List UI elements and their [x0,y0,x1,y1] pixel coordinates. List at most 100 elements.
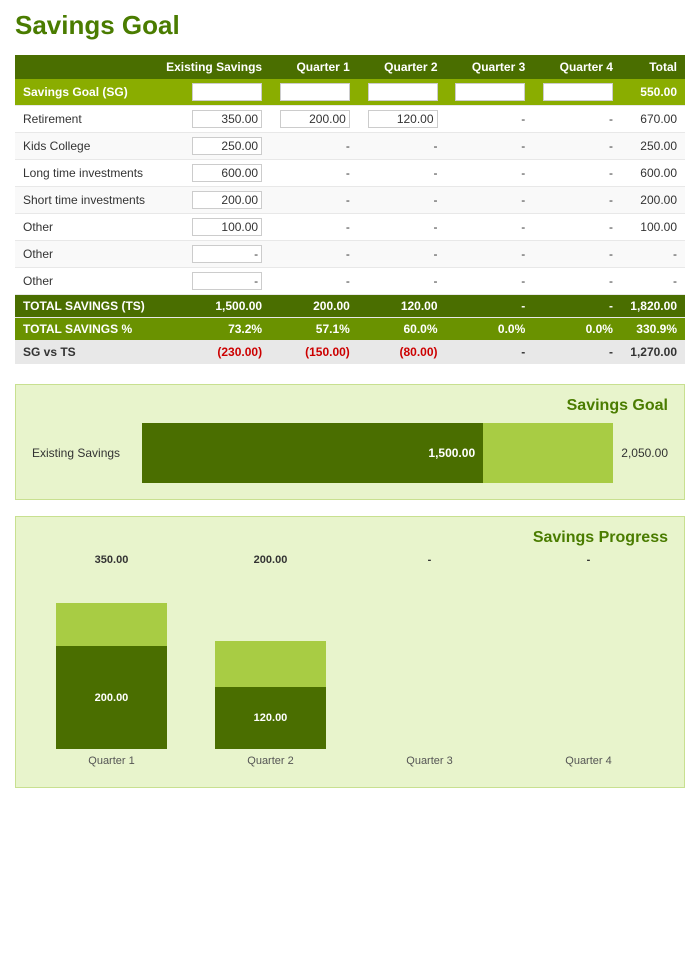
sgvsts-q1: (150.00) [270,341,358,364]
row-existing[interactable]: 100.00 [156,214,270,241]
bar-stack-q1: 200.00 [56,569,168,749]
row-q3: - [446,106,534,133]
total-q3: - [446,295,534,318]
row-q3: - [446,133,534,160]
row-existing[interactable]: - [156,241,270,268]
row-q4: - [533,214,621,241]
row-q3: - [446,268,534,295]
row-q1[interactable]: 200.00 [270,106,358,133]
table-row: Other 100.00 - - - - 100.00 [15,214,685,241]
row-total: 250.00 [621,133,685,160]
savings-goal-chart-title: Savings Goal [32,397,668,415]
col-header-q2: Quarter 2 [358,55,446,79]
table-row: Long time investments 600.00 - - - - 600… [15,160,685,187]
row-label: Other [15,268,156,295]
bar-stack-q2: 120.00 [215,569,327,749]
sg-q1[interactable]: 350.00 [270,79,358,106]
bar-goal-label-q3: - [428,554,432,566]
bar-goal-label-q4: - [587,554,591,566]
sg-bar-dark: 1,500.00 [142,423,483,483]
page-title: Savings Goal [15,10,685,41]
sg-vs-ts-row: SG vs TS (230.00) (150.00) (80.00) - - 1… [15,341,685,364]
row-q3: - [446,187,534,214]
bar-group-q2: 200.00 120.00 Quarter 2 [201,554,341,767]
row-q2: - [358,214,446,241]
bar-quarter-label-q3: Quarter 3 [406,755,452,767]
pct-q4: 0.0% [533,318,621,341]
total-q2: 120.00 [358,295,446,318]
savings-goal-chart: Existing Savings 1,500.00 2,050.00 [32,423,668,483]
total-label: TOTAL SAVINGS (TS) [15,295,156,318]
row-q2: - [358,241,446,268]
row-existing[interactable]: 350.00 [156,106,270,133]
row-q1: - [270,268,358,295]
bar-actual-q2: 120.00 [215,687,327,749]
sg-q3[interactable]: - [446,79,534,106]
sg-total-label: 2,050.00 [621,446,668,460]
col-header-q4: Quarter 4 [533,55,621,79]
row-existing[interactable]: 200.00 [156,187,270,214]
row-total: 670.00 [621,106,685,133]
row-label: Long time investments [15,160,156,187]
bar-goal-label-q2: 200.00 [254,554,288,566]
row-q4: - [533,106,621,133]
pct-label: TOTAL SAVINGS % [15,318,156,341]
sg-bar-dark-value: 1,500.00 [428,446,475,460]
sgvsts-q4: - [533,341,621,364]
bar-group-q4: - Quarter 4 [519,554,659,767]
table-row: Retirement 350.00 200.00 120.00 - - 670.… [15,106,685,133]
bar-quarter-label-q1: Quarter 1 [88,755,134,767]
sg-q4[interactable]: - [533,79,621,106]
pct-q1: 57.1% [270,318,358,341]
row-q1: - [270,187,358,214]
col-header-q1: Quarter 1 [270,55,358,79]
col-header-total: Total [621,55,685,79]
row-total: - [621,268,685,295]
sg-existing[interactable]: 2,050.00 [156,79,270,106]
row-total: 100.00 [621,214,685,241]
bar-group-q1: 350.00 200.00 Quarter 1 [42,554,182,767]
row-label: Short time investments [15,187,156,214]
row-q1: - [270,214,358,241]
savings-progress-title: Savings Progress [32,529,668,547]
table-row: Other - - - - - - [15,268,685,295]
sg-bar-container: 1,500.00 [142,423,613,483]
row-q3: - [446,214,534,241]
row-total: 600.00 [621,160,685,187]
savings-goal-row: Savings Goal (SG) 2,050.00 350.00 200.00… [15,79,685,106]
row-existing[interactable]: 600.00 [156,160,270,187]
sg-chart-row-label: Existing Savings [32,446,142,460]
row-existing[interactable]: - [156,268,270,295]
row-q2: - [358,187,446,214]
row-existing[interactable]: 250.00 [156,133,270,160]
bar-stack-q4 [533,569,645,749]
total-savings-row: TOTAL SAVINGS (TS) 1,500.00 200.00 120.0… [15,295,685,318]
savings-progress-chart: 350.00 200.00 Quarter 1 200.00 120.00 Qu… [32,567,668,767]
sgvsts-total: 1,270.00 [621,341,685,364]
row-label: Retirement [15,106,156,133]
total-q1: 200.00 [270,295,358,318]
row-q4: - [533,187,621,214]
row-q3: - [446,241,534,268]
savings-table: Existing Savings Quarter 1 Quarter 2 Qua… [15,55,685,364]
sgvsts-existing: (230.00) [156,341,270,364]
pct-q2: 60.0% [358,318,446,341]
total-pct-row: TOTAL SAVINGS % 73.2% 57.1% 60.0% 0.0% 0… [15,318,685,341]
row-label: Other [15,241,156,268]
table-row: Short time investments 200.00 - - - - 20… [15,187,685,214]
sg-q2[interactable]: 200.00 [358,79,446,106]
row-q2: - [358,268,446,295]
table-header-row: Existing Savings Quarter 1 Quarter 2 Qua… [15,55,685,79]
bar-goal-q2 [215,641,327,687]
table-row: Kids College 250.00 - - - - 250.00 [15,133,685,160]
pct-total: 330.9% [621,318,685,341]
table-row: Other - - - - - - [15,241,685,268]
sgvsts-q3: - [446,341,534,364]
row-q4: - [533,160,621,187]
row-q2[interactable]: 120.00 [358,106,446,133]
row-total: 200.00 [621,187,685,214]
row-q1: - [270,133,358,160]
row-q1: - [270,160,358,187]
total-existing: 1,500.00 [156,295,270,318]
row-q4: - [533,241,621,268]
